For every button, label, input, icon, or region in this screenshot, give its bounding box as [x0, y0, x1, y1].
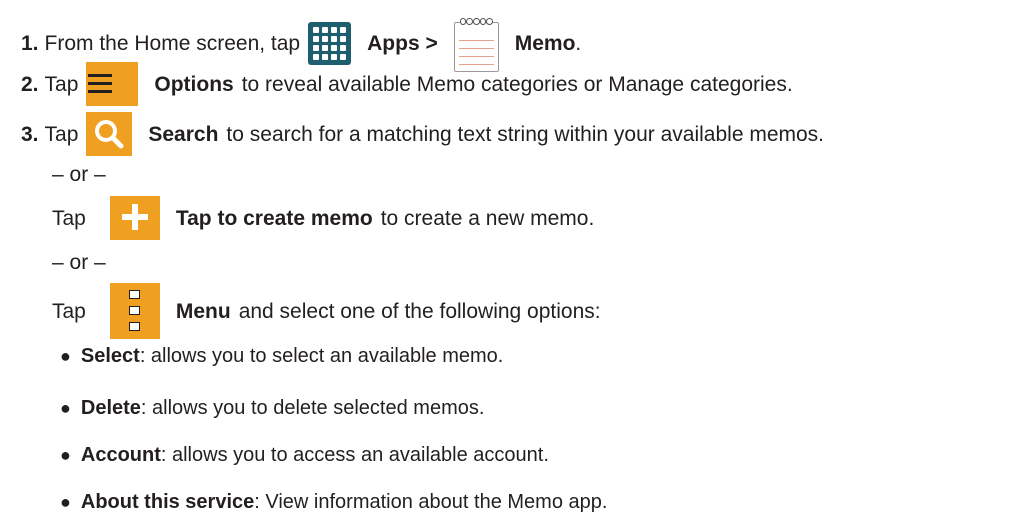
more-vertical-icon: [109, 283, 160, 339]
memo-label: Memo: [514, 31, 576, 55]
bullet-icon: ●: [60, 492, 71, 512]
option-description: : allows you to delete selected memos.: [140, 397, 485, 419]
option-description: : View information about the Memo app.: [254, 491, 608, 513]
step-text-end: to search for a matching text string wit…: [226, 122, 825, 146]
step-text: Tap: [44, 72, 79, 96]
step-text-end: to reveal available Memo categories or M…: [241, 72, 793, 96]
step-2: 2. Tap Options to reveal available Memo …: [21, 62, 793, 106]
option-term: About this service: [80, 491, 255, 513]
option-term: Delete: [80, 397, 141, 419]
step-text: From the Home screen, tap: [44, 31, 301, 55]
step-3: 3. Tap Search to search for a matching t…: [21, 112, 824, 156]
create-memo-line: Tap Tap to create memo to create a new m…: [52, 196, 594, 240]
menu-option-account: ● Account : allows you to access an avai…: [60, 445, 549, 465]
options-menu-icon: [86, 62, 139, 106]
search-icon: [86, 112, 133, 156]
plus-icon: [109, 196, 160, 240]
apps-label: Apps >: [367, 31, 438, 55]
bullet-icon: ●: [60, 398, 71, 418]
create-memo-label: Tap to create memo: [175, 206, 373, 230]
search-label: Search: [148, 122, 219, 146]
or-separator: – or –: [52, 251, 106, 274]
option-description: : allows you to select an available memo…: [139, 345, 504, 367]
menu-line: Tap Menu and select one of the following…: [52, 283, 601, 339]
menu-text-after: and select one of the following options:: [238, 299, 601, 323]
menu-text-before: Tap: [52, 299, 86, 323]
option-term: Select: [80, 345, 140, 367]
create-text-before: Tap: [52, 206, 86, 230]
menu-option-about: ● About this service : View information …: [60, 492, 607, 512]
menu-option-delete: ● Delete : allows you to delete selected…: [60, 398, 484, 418]
step-text: Tap: [44, 122, 79, 146]
or-separator: – or –: [52, 163, 106, 186]
menu-option-select: ● Select : allows you to select an avail…: [60, 346, 503, 366]
bullet-icon: ●: [60, 445, 71, 465]
step-number: 3.: [21, 122, 39, 146]
options-label: Options: [154, 72, 234, 96]
step-number: 2.: [21, 72, 39, 96]
option-term: Account: [80, 444, 161, 466]
option-description: : allows you to access an available acco…: [160, 444, 549, 466]
create-text-after: to create a new memo.: [380, 206, 595, 230]
menu-label: Menu: [175, 299, 231, 323]
step-text-end: .: [575, 31, 582, 55]
apps-grid-icon: [308, 21, 352, 65]
bullet-icon: ●: [60, 346, 71, 366]
step-number: 1.: [21, 31, 39, 55]
